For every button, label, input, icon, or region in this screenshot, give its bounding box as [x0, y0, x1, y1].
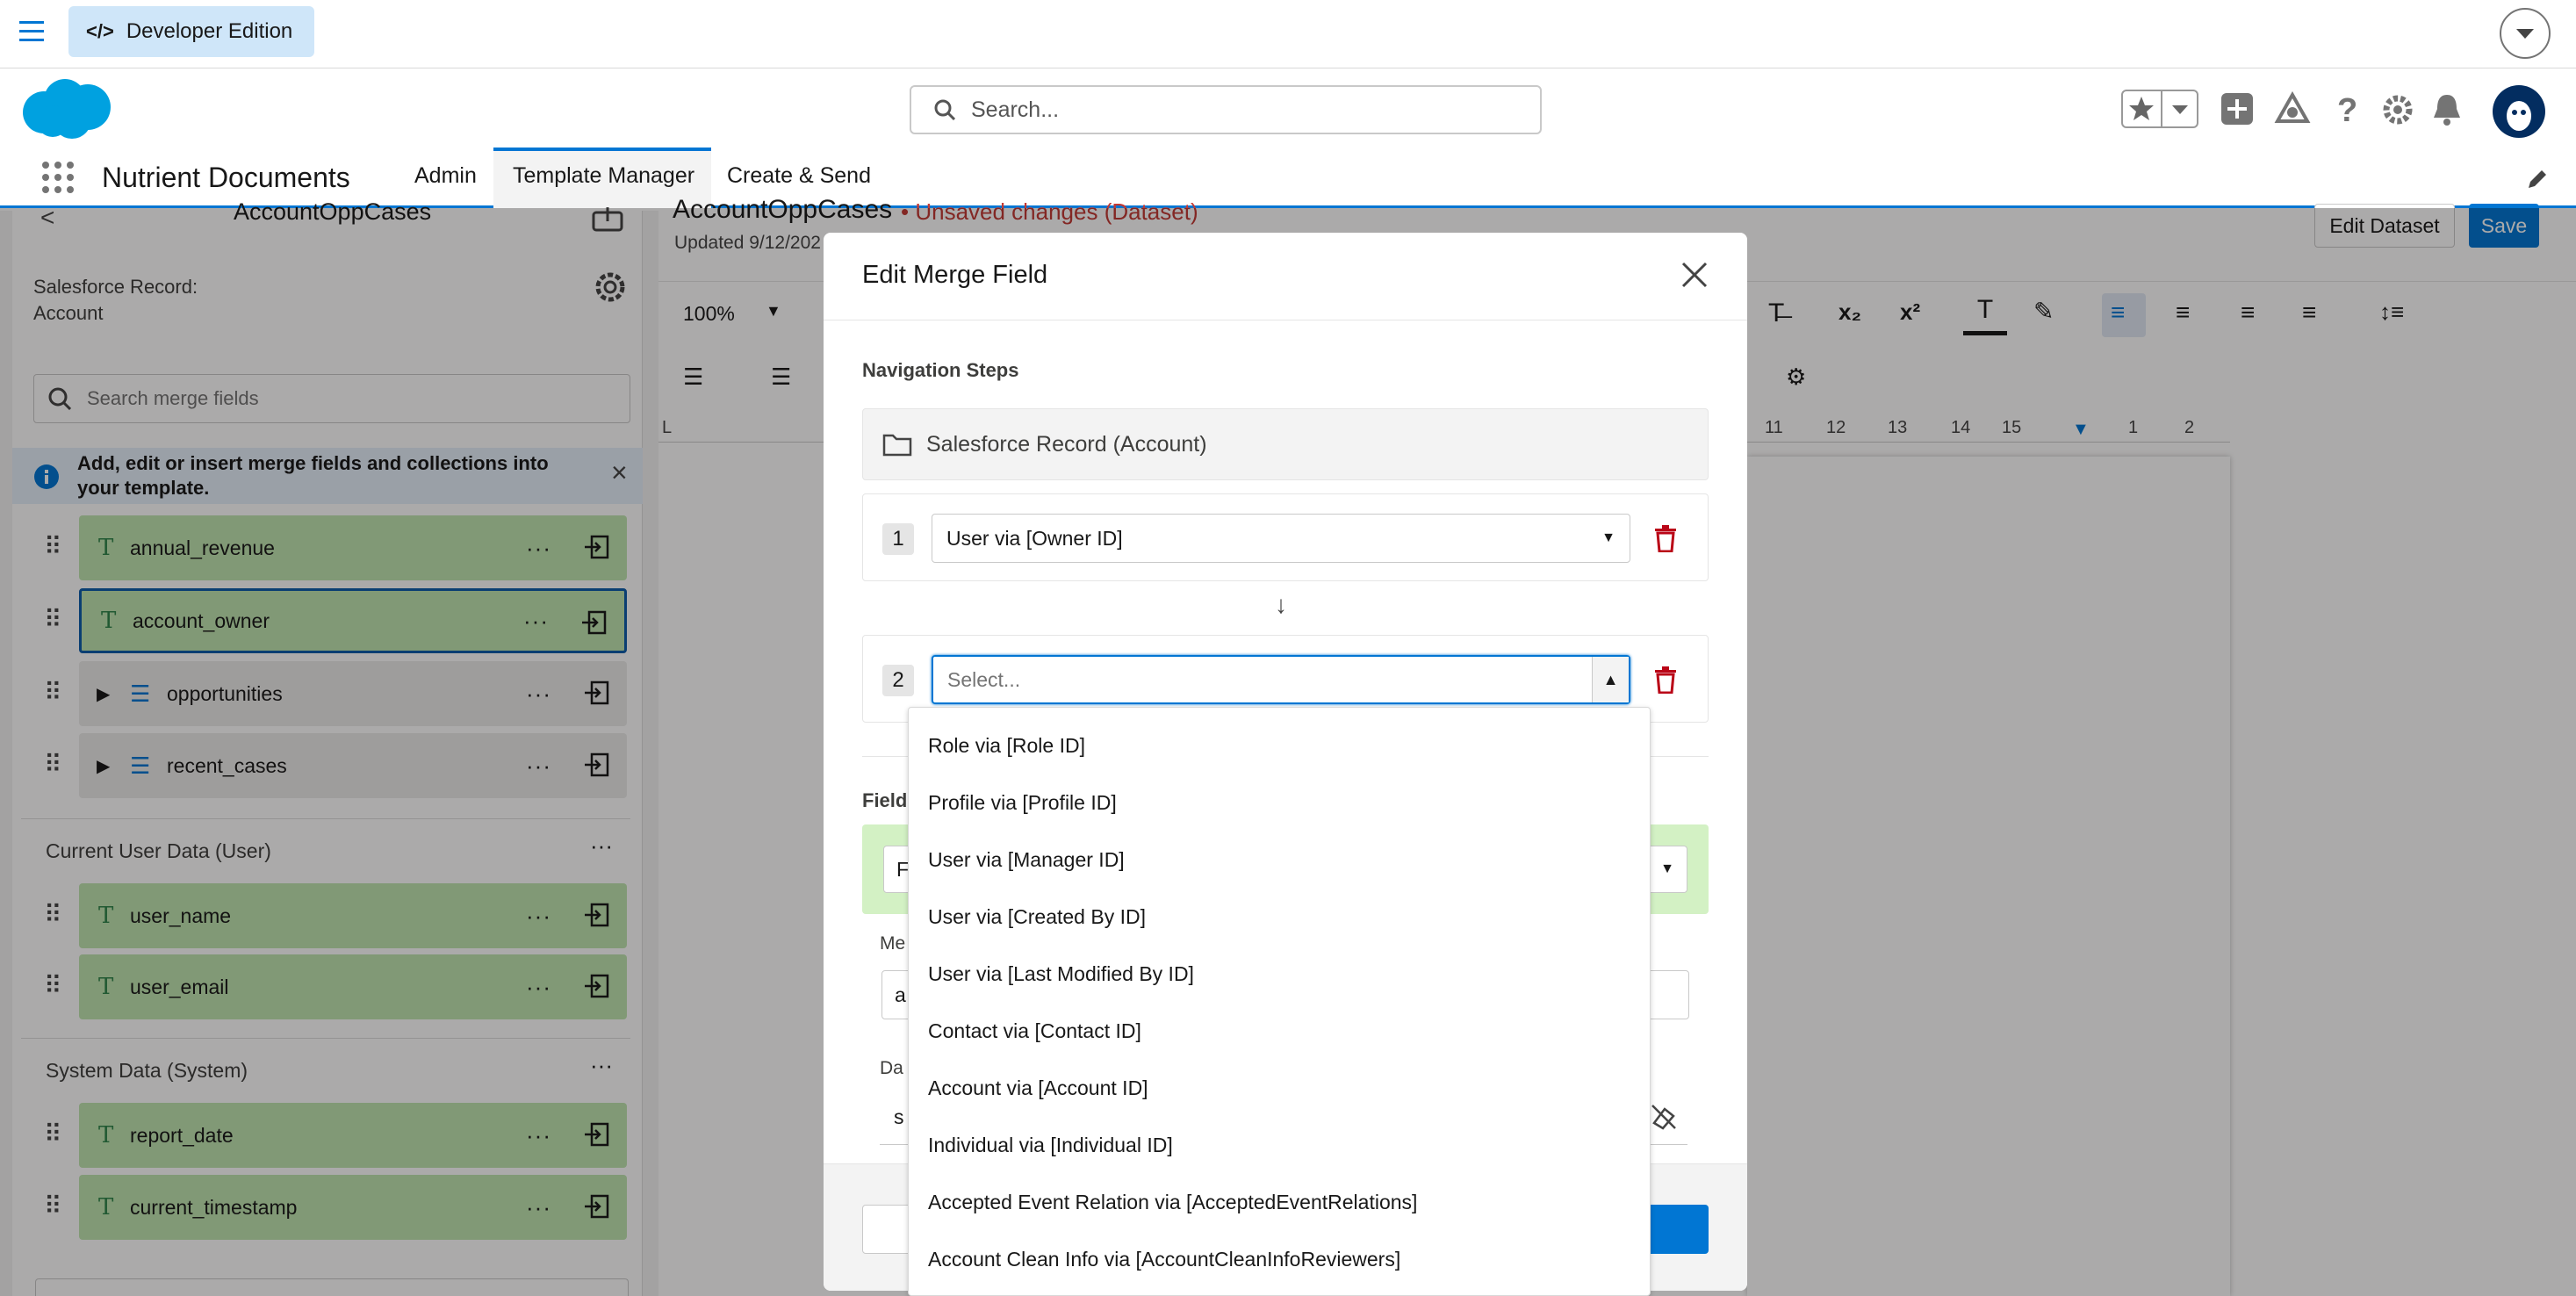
- clear-format-icon[interactable]: [1651, 1104, 1677, 1130]
- delete-trash-icon[interactable]: [1653, 524, 1678, 552]
- tab-create-send[interactable]: Create & Send: [727, 163, 871, 189]
- svg-text:?: ?: [2337, 92, 2357, 126]
- hamburger-menu-icon[interactable]: [19, 21, 44, 42]
- code-icon: </>: [86, 20, 114, 42]
- chevron-down-icon: ▼: [1601, 530, 1615, 545]
- step-number: 2: [882, 665, 914, 696]
- delete-trash-icon[interactable]: [1653, 666, 1678, 694]
- setup-gear-icon[interactable]: [2381, 93, 2414, 126]
- top-banner: [0, 0, 2576, 68]
- salesforce-logo[interactable]: [19, 77, 112, 140]
- step-number: 1: [882, 523, 914, 555]
- edit-nav-pencil-icon[interactable]: [2525, 167, 2550, 191]
- tab-template-manager[interactable]: Template Manager: [513, 163, 694, 189]
- modal-header: Edit Merge Field: [824, 233, 1747, 320]
- step-1-select[interactable]: User via [Owner ID] ▼: [932, 514, 1630, 563]
- navigation-step-1: 1 User via [Owner ID] ▼: [862, 493, 1709, 581]
- search-icon: [934, 99, 955, 120]
- listbox-option[interactable]: Account Clean Info via [AccountCleanInfo…: [928, 1248, 1400, 1271]
- merge-name-label: Me: [880, 933, 906, 954]
- global-search-input[interactable]: Search...: [910, 85, 1542, 134]
- user-menu-chevron-icon[interactable]: [2499, 7, 2551, 60]
- edition-label: Developer Edition: [126, 19, 293, 43]
- field-section-label: Field: [862, 789, 908, 811]
- user-avatar[interactable]: [2492, 84, 2546, 139]
- notifications-bell-icon[interactable]: [2432, 91, 2462, 126]
- developer-edition-badge[interactable]: </> Developer Edition: [68, 6, 314, 57]
- merge-name-value: a: [895, 983, 906, 1006]
- listbox-option[interactable]: User via [Manager ID]: [928, 848, 1125, 872]
- help-icon[interactable]: ?: [2334, 91, 2360, 126]
- close-icon[interactable]: [1680, 261, 1709, 289]
- data-label: Da: [880, 1058, 903, 1078]
- step-2-placeholder: Select...: [947, 667, 1021, 691]
- listbox-option[interactable]: User via [Last Modified By ID]: [928, 962, 1194, 986]
- arrow-down-icon: ↓: [1275, 591, 1287, 618]
- listbox-option[interactable]: Account via [Account ID]: [928, 1076, 1148, 1100]
- root-record-label: Salesforce Record (Account): [926, 432, 1207, 457]
- listbox-option[interactable]: Profile via [Profile ID]: [928, 791, 1117, 815]
- step-1-value: User via [Owner ID]: [946, 526, 1123, 550]
- app-name: Nutrient Documents: [102, 162, 350, 193]
- search-placeholder: Search...: [971, 97, 1060, 122]
- trailhead-icon[interactable]: [2274, 91, 2311, 126]
- favorites-icon[interactable]: [2121, 90, 2198, 128]
- listbox-option[interactable]: Role via [Role ID]: [928, 734, 1085, 758]
- chevron-down-icon: ▼: [1660, 861, 1674, 876]
- global-actions-add-icon[interactable]: [2221, 93, 2253, 125]
- modal-title: Edit Merge Field: [862, 261, 1048, 289]
- listbox-option[interactable]: Individual via [Individual ID]: [928, 1134, 1173, 1157]
- listbox-option[interactable]: Accepted Event Relation via [AcceptedEve…: [928, 1191, 1417, 1214]
- chevron-up-icon[interactable]: ▲: [1592, 657, 1629, 702]
- root-record-box: Salesforce Record (Account): [862, 408, 1709, 480]
- field-select-value: F: [896, 858, 910, 881]
- tab-admin[interactable]: Admin: [414, 163, 477, 189]
- data-value: s: [894, 1105, 904, 1128]
- listbox-option[interactable]: User via [Created By ID]: [928, 905, 1146, 929]
- step-2-options-listbox: Role via [Role ID] Profile via [Profile …: [908, 707, 1651, 1296]
- folder-icon: [882, 434, 912, 457]
- step-2-select[interactable]: Select... ▲: [932, 655, 1630, 704]
- app-launcher-icon[interactable]: [40, 160, 76, 195]
- navigation-steps-label: Navigation Steps: [862, 359, 1019, 381]
- listbox-option[interactable]: Contact via [Contact ID]: [928, 1019, 1141, 1043]
